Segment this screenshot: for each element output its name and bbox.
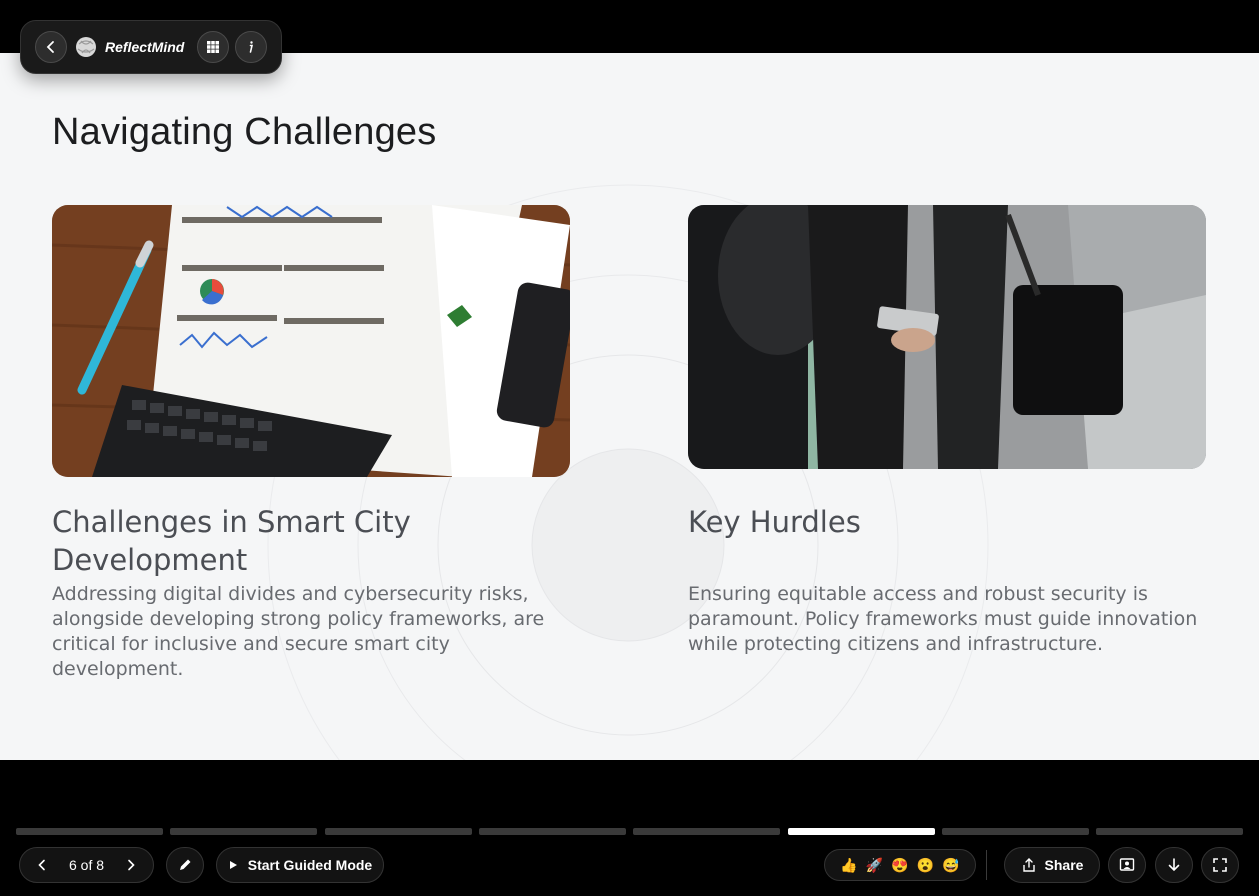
left-heading-line1: Challenges in Smart City [52,505,411,539]
analytics-report-photo [52,205,570,477]
guided-mode-label: Start Guided Mode [247,857,373,873]
page-navigator: 6 of 8 [19,847,154,883]
progress-segment-5[interactable] [633,828,780,835]
toolbar-divider [986,850,987,880]
arrow-down-icon [1168,858,1180,872]
grid-view-button[interactable] [197,31,229,63]
start-guided-mode-button[interactable]: Start Guided Mode [216,847,384,883]
previous-slide-icon[interactable] [36,859,48,871]
draw-button[interactable] [166,847,204,883]
pencil-icon [180,859,191,870]
progress-segment-7[interactable] [942,828,1089,835]
slide-title: Navigating Challenges [52,111,437,153]
left-heading-line2: Development [52,543,248,577]
back-button[interactable] [35,31,67,63]
sweat-smile-reaction[interactable]: 😅 [942,857,959,874]
progress-segment-8[interactable] [1096,828,1243,835]
progress-segment-3[interactable] [325,828,472,835]
heart-eyes-reaction[interactable]: 😍 [891,857,908,874]
brand-name: ReflectMind [105,39,185,55]
presenter-icon [1119,858,1135,871]
left-heading: Challenges in Smart City Development [52,503,411,579]
thumbs-up-reaction[interactable]: 👍 [840,857,857,874]
fullscreen-button[interactable] [1201,847,1239,883]
app-header-pill: ReflectMind [20,20,282,74]
next-slide-icon[interactable] [125,859,137,871]
right-heading: Key Hurdles [688,505,861,539]
progress-segment-6[interactable] [788,828,935,835]
info-icon [249,41,254,53]
right-body: Ensuring equitable access and robust sec… [688,583,1198,655]
share-label: Share [1044,857,1084,873]
progress-segment-2[interactable] [170,828,317,835]
chevron-left-icon [46,41,54,53]
page-indicator: 6 of 8 [68,857,105,873]
fullscreen-icon [1213,858,1227,872]
share-icon [1022,858,1035,872]
presenter-view-button[interactable] [1108,847,1146,883]
person-with-tablet-photo [688,205,1206,469]
info-button[interactable] [235,31,267,63]
rocket-reaction[interactable]: 🚀 [866,857,883,874]
progress-segment-1[interactable] [16,828,163,835]
brand-logo-icon [75,36,97,58]
share-button[interactable]: Share [1004,847,1100,883]
play-icon [229,861,237,869]
left-body: Addressing digital divides and cybersecu… [52,583,545,680]
download-button[interactable] [1155,847,1193,883]
progress-segment-4[interactable] [479,828,626,835]
grid-icon [207,41,219,53]
reactions-bar: 👍 🚀 😍 😮 😅 [824,849,976,881]
slide-canvas: Navigating Challenges Challenges in Smar… [0,53,1259,760]
surprised-reaction[interactable]: 😮 [917,857,934,874]
